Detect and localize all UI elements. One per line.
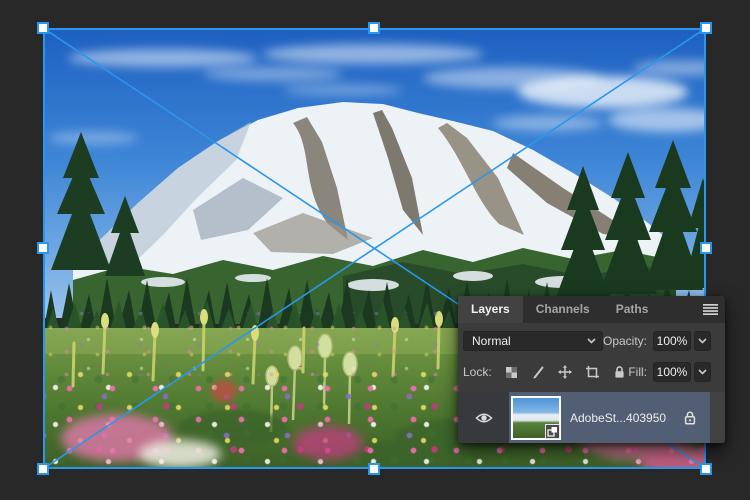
- tab-paths[interactable]: Paths: [603, 296, 662, 323]
- transform-handle-bottom-right[interactable]: [700, 463, 712, 475]
- eye-icon: [474, 413, 493, 422]
- fill-dropdown-button[interactable]: [694, 362, 711, 382]
- smart-object-icon: [545, 423, 560, 439]
- transform-handle-bottom-left[interactable]: [37, 463, 49, 475]
- panel-tab-bar: Layers Channels Paths: [458, 296, 725, 323]
- panel-menu-icon[interactable]: [703, 304, 718, 315]
- opacity-label: Opacity:: [602, 334, 647, 348]
- fill-value[interactable]: 100%: [653, 362, 691, 382]
- layer-controls: Normal Opacity: 100% Lock: Fill: 100%: [458, 323, 725, 382]
- layer-name: AdobeSt...403950: [570, 410, 667, 425]
- photoshop-canvas-area: Layers Channels Paths Normal Opacity: 10…: [0, 0, 750, 500]
- transform-handle-top-left[interactable]: [37, 22, 49, 34]
- chevron-down-icon: [698, 369, 707, 375]
- blend-mode-select[interactable]: Normal: [463, 331, 603, 351]
- layer-locked-icon: [683, 410, 697, 425]
- transform-handle-middle-left[interactable]: [37, 242, 49, 254]
- tab-layers[interactable]: Layers: [458, 296, 523, 323]
- opacity-value[interactable]: 100%: [653, 331, 691, 351]
- lock-label: Lock:: [463, 365, 492, 379]
- opacity-dropdown-button[interactable]: [694, 331, 711, 351]
- artboard-icon: [585, 366, 599, 378]
- blend-mode-value: Normal: [472, 334, 511, 348]
- transform-handle-middle-right[interactable]: [700, 242, 712, 254]
- layer-row[interactable]: AdobeSt...403950: [458, 392, 725, 443]
- transform-handle-bottom-center[interactable]: [368, 463, 380, 475]
- brush-icon: [533, 366, 544, 379]
- layer-list-gutter: [710, 392, 725, 443]
- lock-position-button[interactable]: [558, 365, 573, 380]
- visibility-toggle[interactable]: [458, 392, 509, 443]
- padlock-icon: [615, 366, 624, 378]
- layers-panel: Layers Channels Paths Normal Opacity: 10…: [458, 296, 725, 443]
- lock-artboard-button[interactable]: [585, 365, 600, 380]
- chevron-down-icon: [698, 338, 707, 344]
- transform-handle-top-center[interactable]: [368, 22, 380, 34]
- lock-pixels-button[interactable]: [531, 365, 546, 380]
- chevron-down-icon: [587, 338, 596, 344]
- lock-transparency-button[interactable]: [504, 365, 519, 380]
- fill-label: Fill:: [628, 365, 647, 379]
- tab-channels[interactable]: Channels: [523, 296, 603, 323]
- checkerboard-icon: [505, 366, 517, 378]
- layer-row-body[interactable]: AdobeSt...403950: [509, 392, 710, 443]
- move-icon: [558, 365, 573, 379]
- layer-thumbnail[interactable]: [511, 395, 561, 440]
- transform-handle-top-right[interactable]: [700, 22, 712, 34]
- lock-all-button[interactable]: [612, 365, 627, 380]
